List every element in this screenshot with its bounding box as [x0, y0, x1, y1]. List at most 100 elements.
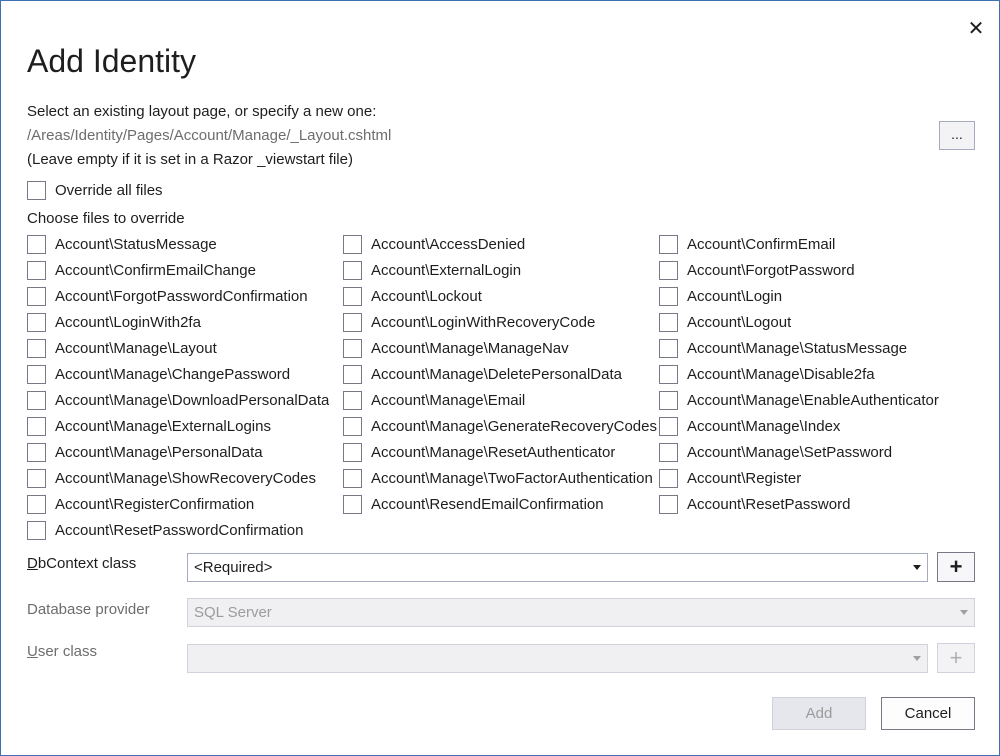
checkbox-box[interactable] [27, 260, 46, 280]
file-checkbox[interactable]: Account\Manage\GenerateRecoveryCodes [343, 415, 659, 437]
file-checkbox[interactable]: Account\StatusMessage [27, 233, 343, 255]
checkbox-box[interactable] [343, 312, 362, 332]
choose-files-label: Choose files to override [27, 210, 185, 227]
dbcontext-select[interactable]: <Required> [187, 553, 928, 582]
add-identity-dialog: ✕ Add Identity Select an existing layout… [0, 0, 1000, 756]
file-checkbox[interactable]: Account\LoginWithRecoveryCode [343, 311, 659, 333]
file-checkbox[interactable]: Account\ResendEmailConfirmation [343, 493, 659, 515]
file-checkbox[interactable]: Account\ExternalLogin [343, 259, 659, 281]
file-checkbox[interactable]: Account\ResetPasswordConfirmation [27, 519, 343, 541]
file-checkbox[interactable]: Account\Manage\PersonalData [27, 441, 343, 463]
checkbox-box[interactable] [27, 494, 46, 514]
checkbox-box[interactable] [343, 494, 362, 514]
file-checkbox[interactable]: Account\Manage\DeletePersonalData [343, 363, 659, 385]
file-checkbox-label: Account\AccessDenied [371, 235, 526, 253]
file-checkbox[interactable]: Account\Manage\EnableAuthenticator [659, 389, 975, 411]
file-checkbox[interactable]: Account\Manage\Index [659, 415, 975, 437]
file-checkbox[interactable]: Account\Manage\ExternalLogins [27, 415, 343, 437]
file-checkbox-label: Account\ConfirmEmailChange [55, 261, 256, 279]
file-checkbox[interactable]: Account\Manage\ManageNav [343, 337, 659, 359]
file-checkbox[interactable]: Account\ResetPassword [659, 493, 975, 515]
checkbox-box[interactable] [27, 338, 46, 358]
close-button[interactable]: ✕ [963, 15, 989, 41]
layout-path[interactable]: /Areas/Identity/Pages/Account/Manage/_La… [27, 127, 391, 144]
browse-layout-button[interactable]: ... [939, 121, 975, 150]
checkbox-box[interactable] [343, 442, 362, 462]
checkbox-box[interactable] [343, 338, 362, 358]
file-checkbox[interactable]: Account\AccessDenied [343, 233, 659, 255]
checkbox-box[interactable] [27, 468, 46, 488]
file-checkbox[interactable]: Account\Lockout [343, 285, 659, 307]
file-checkbox[interactable]: Account\ConfirmEmailChange [27, 259, 343, 281]
file-checkbox[interactable]: Account\ConfirmEmail [659, 233, 975, 255]
checkbox-box[interactable] [659, 364, 678, 384]
file-checkbox-label: Account\Manage\Disable2fa [687, 365, 875, 383]
file-checkbox[interactable]: Account\ForgotPasswordConfirmation [27, 285, 343, 307]
checkbox-box[interactable] [343, 286, 362, 306]
file-checkbox[interactable]: Account\Manage\Disable2fa [659, 363, 975, 385]
checkbox-box[interactable] [659, 260, 678, 280]
file-checkbox[interactable]: Account\Manage\SetPassword [659, 441, 975, 463]
database-provider-select[interactable]: SQL Server [187, 598, 975, 627]
checkbox-box[interactable] [659, 416, 678, 436]
checkbox-box[interactable] [27, 416, 46, 436]
checkbox-box[interactable] [343, 390, 362, 410]
file-checkbox[interactable]: Account\Manage\ChangePassword [27, 363, 343, 385]
checkbox-box[interactable] [27, 520, 46, 540]
file-checkbox[interactable]: Account\Register [659, 467, 975, 489]
add-user-class-button[interactable]: + [937, 643, 975, 673]
file-checkbox[interactable]: Account\Manage\Layout [27, 337, 343, 359]
checkbox-box[interactable] [27, 390, 46, 410]
checkbox-box[interactable] [659, 390, 678, 410]
checkbox-box[interactable] [659, 286, 678, 306]
close-icon: ✕ [967, 17, 985, 40]
file-checkbox[interactable]: Account\ForgotPassword [659, 259, 975, 281]
checkbox-box[interactable] [27, 234, 46, 254]
file-checkbox[interactable]: Account\Manage\Email [343, 389, 659, 411]
checkbox-box[interactable] [343, 234, 362, 254]
file-checkbox-label: Account\ForgotPassword [687, 261, 855, 279]
checkbox-box[interactable] [27, 364, 46, 384]
file-checkbox-label: Account\Manage\StatusMessage [687, 339, 908, 357]
checkbox-box[interactable] [659, 312, 678, 332]
database-provider-value: SQL Server [194, 604, 272, 621]
user-class-select[interactable] [187, 644, 928, 673]
checkbox-box[interactable] [659, 442, 678, 462]
file-checkbox[interactable]: Account\Manage\ShowRecoveryCodes [27, 467, 343, 489]
file-checkbox[interactable]: Account\LoginWith2fa [27, 311, 343, 333]
file-checkbox[interactable]: Account\Login [659, 285, 975, 307]
checkbox-box[interactable] [343, 364, 362, 384]
dbcontext-label: DbContext class [27, 555, 137, 572]
file-checkbox-label: Account\Manage\Email [371, 391, 526, 409]
file-checkbox-label: Account\Login [687, 287, 783, 305]
dbcontext-label-rest: bContext class [37, 555, 137, 572]
checkbox-box[interactable] [27, 180, 46, 200]
file-checkbox[interactable]: Account\Logout [659, 311, 975, 333]
checkbox-box[interactable] [659, 338, 678, 358]
file-checkbox[interactable]: Account\Manage\ResetAuthenticator [343, 441, 659, 463]
file-checkbox[interactable]: Account\Manage\TwoFactorAuthentication [343, 467, 659, 489]
checkbox-box[interactable] [659, 494, 678, 514]
checkbox-box[interactable] [659, 468, 678, 488]
file-checkbox[interactable]: Account\Manage\DownloadPersonalData [27, 389, 343, 411]
file-checkbox-label: Account\Manage\Layout [55, 339, 217, 357]
add-dbcontext-button[interactable]: + [937, 552, 975, 582]
add-button[interactable]: Add [772, 697, 866, 730]
checkbox-box[interactable] [343, 416, 362, 436]
override-all-label: Override all files [55, 181, 163, 199]
file-checkbox-label: Account\RegisterConfirmation [55, 495, 255, 513]
override-all-checkbox[interactable]: Override all files [27, 179, 163, 201]
checkbox-box[interactable] [27, 442, 46, 462]
file-checkbox-label: Account\Logout [687, 313, 792, 331]
file-checkbox[interactable]: Account\RegisterConfirmation [27, 493, 343, 515]
file-checkbox-label: Account\ResetPassword [687, 495, 851, 513]
checkbox-box[interactable] [343, 468, 362, 488]
checkbox-box[interactable] [27, 312, 46, 332]
checkbox-box[interactable] [343, 260, 362, 280]
cancel-button[interactable]: Cancel [881, 697, 975, 730]
checkbox-box[interactable] [27, 286, 46, 306]
file-checkbox-label: Account\Manage\ShowRecoveryCodes [55, 469, 316, 487]
checkbox-box[interactable] [659, 234, 678, 254]
layout-prompt: Select an existing layout page, or speci… [27, 103, 377, 120]
file-checkbox[interactable]: Account\Manage\StatusMessage [659, 337, 975, 359]
